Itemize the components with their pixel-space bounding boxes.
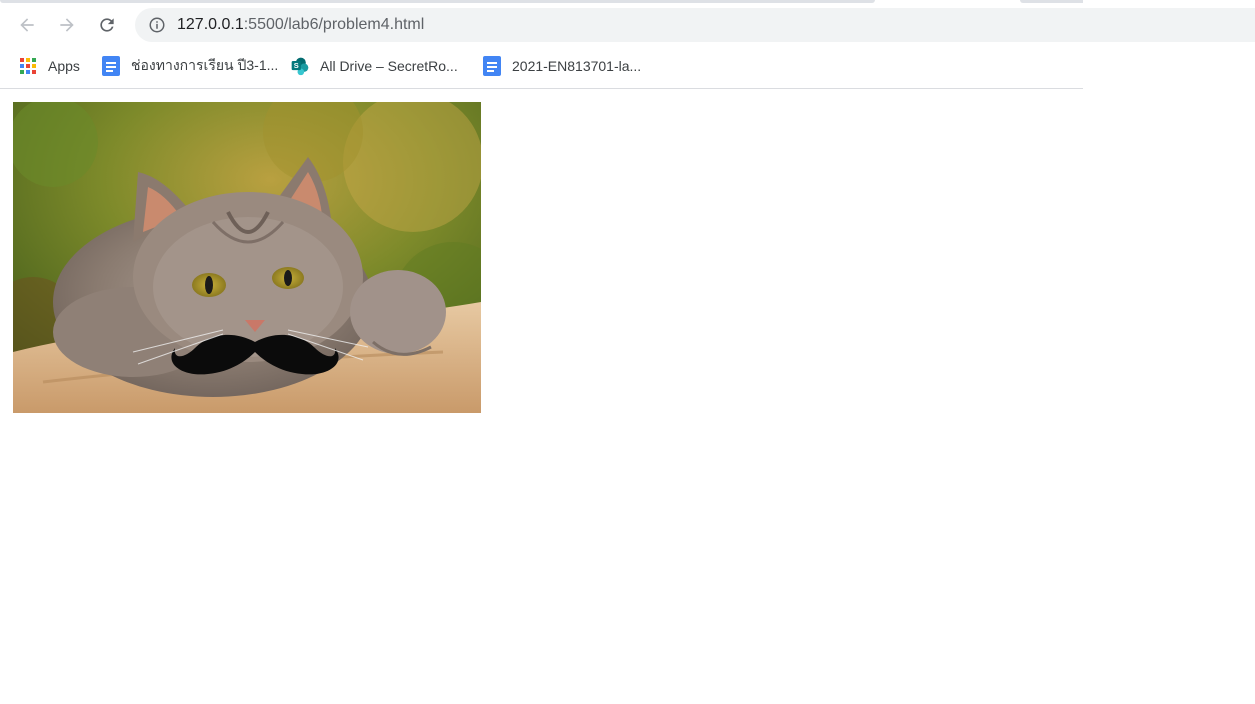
info-icon[interactable] — [148, 16, 166, 34]
address-bar-extension — [1083, 8, 1255, 42]
bookmark-course-doc[interactable]: 2021-EN813701-la... — [482, 53, 641, 79]
url-host: 127.0.0.1 — [177, 16, 244, 33]
forward-button[interactable] — [50, 8, 84, 42]
browser-chrome: 127.0.0.1:5500/lab6/problem4.html Apps ช… — [0, 0, 1083, 89]
bookmark-label: Apps — [48, 58, 80, 74]
address-bar[interactable]: 127.0.0.1:5500/lab6/problem4.html — [135, 8, 1083, 42]
url-path: :5500/lab6/problem4.html — [243, 16, 425, 33]
apps-grid-icon — [18, 56, 38, 76]
reload-button[interactable] — [90, 8, 124, 42]
inactive-tab-edge[interactable] — [1020, 0, 1083, 3]
bookmark-label: All Drive – SecretRo... — [320, 58, 458, 74]
google-docs-icon — [101, 56, 121, 76]
back-arrow-icon — [20, 18, 34, 32]
sharepoint-icon: S — [290, 56, 310, 76]
google-docs-icon — [482, 56, 502, 76]
bookmark-label: 2021-EN813701-la... — [512, 58, 642, 74]
inactive-tab-edge[interactable] — [0, 0, 875, 3]
url-text[interactable]: 127.0.0.1:5500/lab6/problem4.html — [177, 16, 424, 34]
bookmark-all-drive[interactable]: S All Drive – SecretRo... — [290, 53, 458, 79]
bookmark-apps[interactable]: Apps — [18, 53, 80, 79]
reload-icon — [100, 18, 114, 32]
back-button[interactable] — [10, 8, 44, 42]
tab-strip — [0, 0, 1083, 8]
bookmarks-bar: Apps ช่องทางการเรียน ปี3-1... S All Driv… — [0, 50, 1083, 82]
toolbar: 127.0.0.1:5500/lab6/problem4.html — [0, 8, 1083, 42]
svg-text:S: S — [294, 61, 299, 70]
forward-arrow-icon — [60, 18, 74, 32]
bookmark-label: ช่องทางการเรียน ปี3-1... — [131, 57, 279, 73]
toolbar-overflow-area — [1083, 0, 1255, 88]
page-content — [0, 89, 1255, 704]
cat-with-mustache-image — [13, 102, 481, 413]
bookmark-study-channel[interactable]: ช่องทางการเรียน ปี3-1... — [101, 53, 278, 79]
